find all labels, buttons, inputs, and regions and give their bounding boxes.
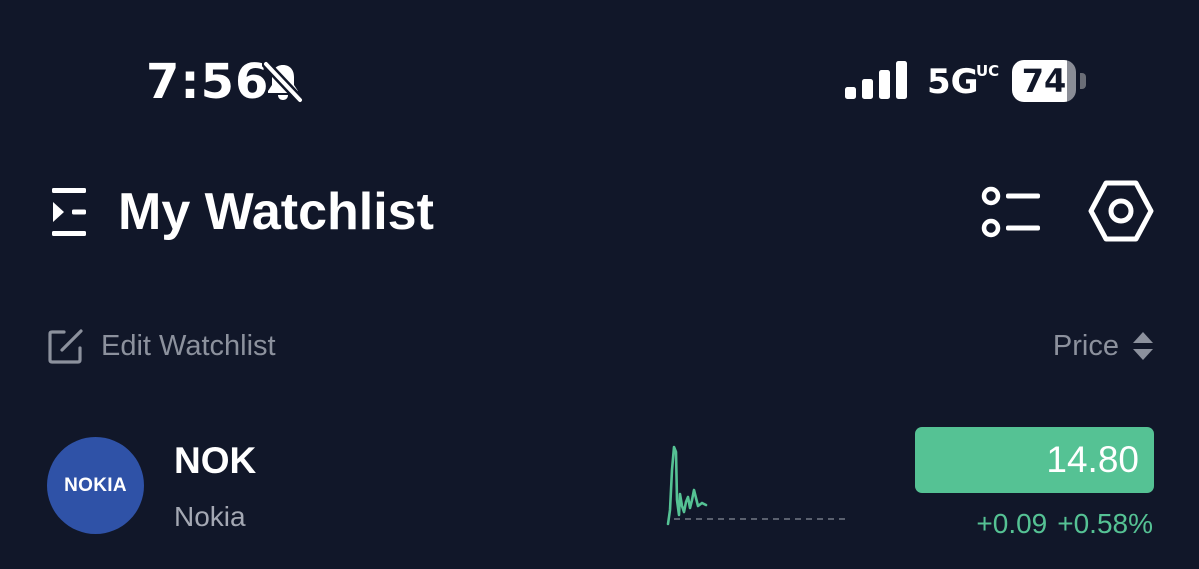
cellular-signal-icon <box>845 61 907 99</box>
price-change-percent: +0.58% <box>1057 508 1153 539</box>
status-time: 7:56 <box>146 54 270 110</box>
page-title: My Watchlist <box>118 183 434 241</box>
company-logo-text: NOKIA <box>64 475 127 496</box>
price-sparkline <box>666 445 850 526</box>
settings-icon[interactable] <box>1088 178 1154 244</box>
edit-watchlist-label: Edit Watchlist <box>101 330 276 362</box>
stock-symbol: NOK <box>174 440 257 481</box>
stock-name: Nokia <box>174 501 246 532</box>
company-logo: NOKIA <box>47 437 144 534</box>
bell-slash-icon <box>262 60 304 104</box>
sort-by-price-button[interactable]: Price <box>1053 326 1155 366</box>
network-type-superscript: UC <box>976 62 1000 80</box>
watchlist-screen: 7:56 5G UC 74 My Watchlist Edit Watchlis… <box>0 0 1199 569</box>
price-change: +0.09 +0.58% <box>976 504 1153 544</box>
stock-row[interactable]: NOKIA NOK Nokia 14.80 +0.09 +0.58% <box>0 418 1199 569</box>
sidebar-toggle-icon[interactable] <box>52 188 86 236</box>
price-badge[interactable]: 14.80 <box>915 427 1154 493</box>
sort-price-label: Price <box>1052 330 1119 362</box>
edit-icon <box>48 329 83 364</box>
sparkline-line <box>666 445 708 526</box>
battery-cap <box>1080 73 1086 89</box>
network-type: 5G <box>927 62 979 102</box>
price-change-amount: +0.09 <box>976 508 1048 539</box>
edit-watchlist-button[interactable]: Edit Watchlist <box>48 326 276 366</box>
sort-icon <box>1133 332 1153 360</box>
list-view-icon[interactable] <box>976 184 1044 240</box>
battery-level: 74 <box>1021 62 1067 100</box>
stock-price: 14.80 <box>1046 439 1139 480</box>
